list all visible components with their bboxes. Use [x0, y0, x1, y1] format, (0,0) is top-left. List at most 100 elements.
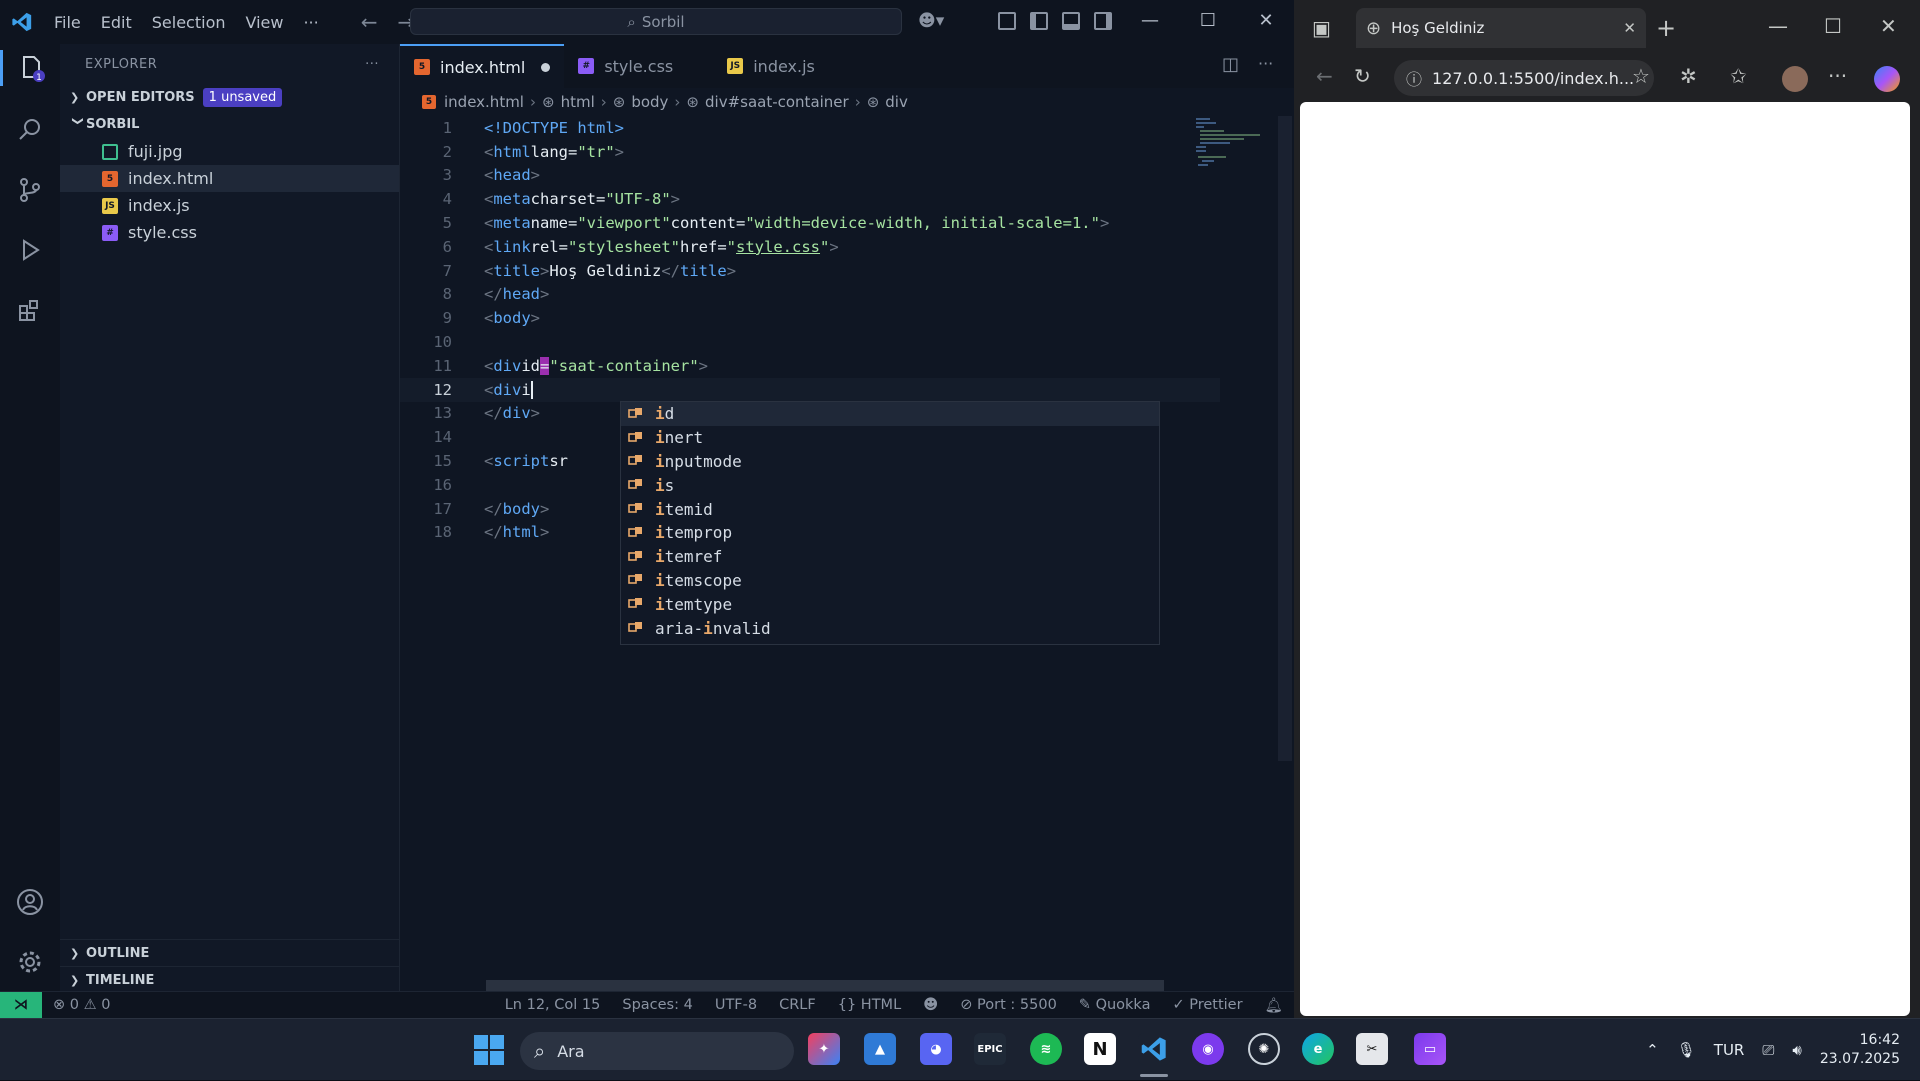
- more-actions-icon[interactable]: ···: [365, 57, 379, 72]
- project-folder-section[interactable]: ❯ SORBIL: [60, 111, 399, 138]
- suggestion-item[interactable]: i temtype: [621, 592, 1159, 616]
- breadcrumb-item[interactable]: div: [885, 93, 908, 111]
- chevron-up-icon[interactable]: ⌃: [1646, 1041, 1659, 1059]
- unsaved-dot-icon[interactable]: [541, 62, 551, 72]
- command-center-search[interactable]: ⌕ Sorbil: [410, 8, 902, 35]
- clock[interactable]: 16:42 23.07.2025: [1820, 1031, 1900, 1069]
- menu-file[interactable]: File: [44, 13, 91, 32]
- vscode-app-icon[interactable]: [1138, 1033, 1170, 1065]
- clipchamp-app-icon[interactable]: ▭: [1414, 1033, 1446, 1065]
- discord-app-icon[interactable]: ◕: [920, 1033, 952, 1065]
- favorite-star-icon[interactable]: ☆: [1632, 64, 1650, 88]
- toggle-secondary-sidebar-icon[interactable]: [1094, 12, 1112, 30]
- settings-gear-icon[interactable]: [12, 944, 48, 980]
- more-actions-icon[interactable]: ···: [1258, 54, 1273, 73]
- search-icon[interactable]: [12, 112, 48, 148]
- copilot-app-icon[interactable]: ✦: [808, 1033, 840, 1065]
- chatgpt-app-icon[interactable]: ✺: [1248, 1033, 1280, 1065]
- remote-indicator-icon[interactable]: ⋊: [0, 991, 42, 1019]
- maximize-icon[interactable]: ☐: [1824, 14, 1842, 38]
- source-control-icon[interactable]: [12, 172, 48, 208]
- suggestion-item[interactable]: i temid: [621, 497, 1159, 521]
- vertical-scrollbar[interactable]: [1278, 116, 1292, 761]
- breadcrumb-item[interactable]: html: [561, 93, 595, 111]
- bell-icon[interactable]: 🔔︎: [1254, 997, 1294, 1014]
- stylesheet-link[interactable]: style.css: [736, 238, 820, 256]
- toggle-primary-sidebar-icon[interactable]: [1030, 12, 1048, 30]
- run-debug-icon[interactable]: [12, 232, 48, 268]
- file-item-style-css[interactable]: # style.css: [60, 219, 399, 246]
- menu-more[interactable]: ···: [293, 13, 328, 32]
- suggestion-item[interactable]: aria-i nvalid: [621, 616, 1159, 640]
- toggle-panel-icon[interactable]: [1062, 12, 1080, 30]
- taskbar-search[interactable]: ⌕ Ara: [520, 1032, 794, 1070]
- close-icon[interactable]: ✕: [1246, 10, 1286, 31]
- edge-app-icon[interactable]: e: [1302, 1033, 1334, 1065]
- back-arrow-icon[interactable]: ←: [351, 10, 388, 34]
- menu-edit[interactable]: Edit: [91, 13, 142, 32]
- menu-selection[interactable]: Selection: [142, 13, 236, 32]
- quokka-status[interactable]: ✎ Quokka: [1068, 997, 1162, 1013]
- more-menu-icon[interactable]: ···: [1828, 64, 1847, 88]
- breadcrumb-item[interactable]: body: [631, 93, 668, 111]
- customize-layout-icon[interactable]: [998, 12, 1016, 30]
- copilot-status-icon[interactable]: ☻: [912, 997, 949, 1013]
- epic-games-app-icon[interactable]: EPIC: [974, 1033, 1006, 1065]
- tab-actions-icon[interactable]: ▣: [1312, 16, 1331, 40]
- minimap[interactable]: [1194, 116, 1264, 176]
- copilot-icon[interactable]: ☻▾: [918, 11, 944, 31]
- maximize-icon[interactable]: ☐: [1188, 10, 1228, 31]
- minimize-icon[interactable]: —: [1130, 10, 1170, 31]
- suggestion-item[interactable]: i nputmode: [621, 450, 1159, 474]
- suggestion-item[interactable]: id: [621, 402, 1159, 426]
- extensions-icon[interactable]: ✲: [1680, 64, 1697, 88]
- reload-icon[interactable]: ↻: [1354, 64, 1371, 88]
- input-language[interactable]: TUR: [1714, 1041, 1745, 1059]
- account-icon[interactable]: [12, 884, 48, 920]
- menu-view[interactable]: View: [236, 13, 294, 32]
- split-editor-icon[interactable]: ◫: [1222, 54, 1239, 75]
- file-item-index-js[interactable]: JS index.js: [60, 192, 399, 219]
- extensions-icon[interactable]: [12, 292, 48, 328]
- photos-app-icon[interactable]: ▲: [864, 1033, 896, 1065]
- close-icon[interactable]: ✕: [1880, 14, 1897, 38]
- close-tab-icon[interactable]: ✕: [1623, 19, 1636, 37]
- page-viewport[interactable]: [1300, 102, 1910, 1016]
- language-mode[interactable]: {} HTML: [827, 997, 912, 1013]
- github-app-icon[interactable]: ◉: [1192, 1033, 1224, 1065]
- suggestion-item[interactable]: i temref: [621, 545, 1159, 569]
- cursor-position[interactable]: Ln 12, Col 15: [494, 997, 612, 1013]
- suggestion-item[interactable]: i temscope: [621, 569, 1159, 593]
- live-server-port[interactable]: ⊘ Port : 5500: [949, 997, 1068, 1013]
- snipping-tool-app-icon[interactable]: ✂: [1356, 1033, 1388, 1065]
- timeline-section[interactable]: ❯ TIMELINE: [60, 966, 400, 993]
- breadcrumb-item[interactable]: div#saat-container: [705, 93, 849, 111]
- suggestion-item[interactable]: is: [621, 473, 1159, 497]
- file-item-index-html[interactable]: 5 index.html: [60, 165, 399, 192]
- notion-app-icon[interactable]: N: [1084, 1033, 1116, 1065]
- explorer-icon[interactable]: 1: [0, 50, 60, 86]
- microphone-icon[interactable]: 🎙︎: [1677, 1041, 1696, 1059]
- suggestion-item[interactable]: i nert: [621, 426, 1159, 450]
- encoding[interactable]: UTF-8: [704, 997, 768, 1013]
- breadcrumb-item[interactable]: index.html: [444, 93, 524, 111]
- spotify-app-icon[interactable]: ≋: [1030, 1033, 1062, 1065]
- line-ending[interactable]: CRLF: [768, 997, 827, 1013]
- windows-start-icon[interactable]: [474, 1035, 504, 1069]
- volume-icon[interactable]: 🔊︎: [1792, 1041, 1801, 1059]
- new-tab-icon[interactable]: +: [1656, 14, 1676, 42]
- suggestion-item[interactable]: i temprop: [621, 521, 1159, 545]
- indentation[interactable]: Spaces: 4: [611, 997, 703, 1013]
- prettier-status[interactable]: ✓ Prettier: [1161, 997, 1253, 1013]
- problems-indicator[interactable]: ⊗ 0 ⚠ 0: [42, 997, 121, 1013]
- outline-section[interactable]: ❯ OUTLINE: [60, 939, 400, 966]
- tab-style-css[interactable]: # style.css: [564, 44, 713, 88]
- tab-index-js[interactable]: JS index.js: [713, 44, 829, 88]
- network-icon[interactable]: ⎚: [1762, 1041, 1774, 1059]
- file-item-fuji[interactable]: fuji.jpg: [60, 138, 399, 165]
- address-bar[interactable]: ⓘ 127.0.0.1:5500/index.h...: [1394, 60, 1654, 96]
- profile-avatar[interactable]: [1782, 66, 1808, 92]
- tab-index-html[interactable]: 5 index.html: [400, 44, 565, 88]
- open-editors-section[interactable]: ❯ OPEN EDITORS 1 unsaved: [60, 84, 399, 111]
- favorites-icon[interactable]: ✩: [1730, 64, 1747, 88]
